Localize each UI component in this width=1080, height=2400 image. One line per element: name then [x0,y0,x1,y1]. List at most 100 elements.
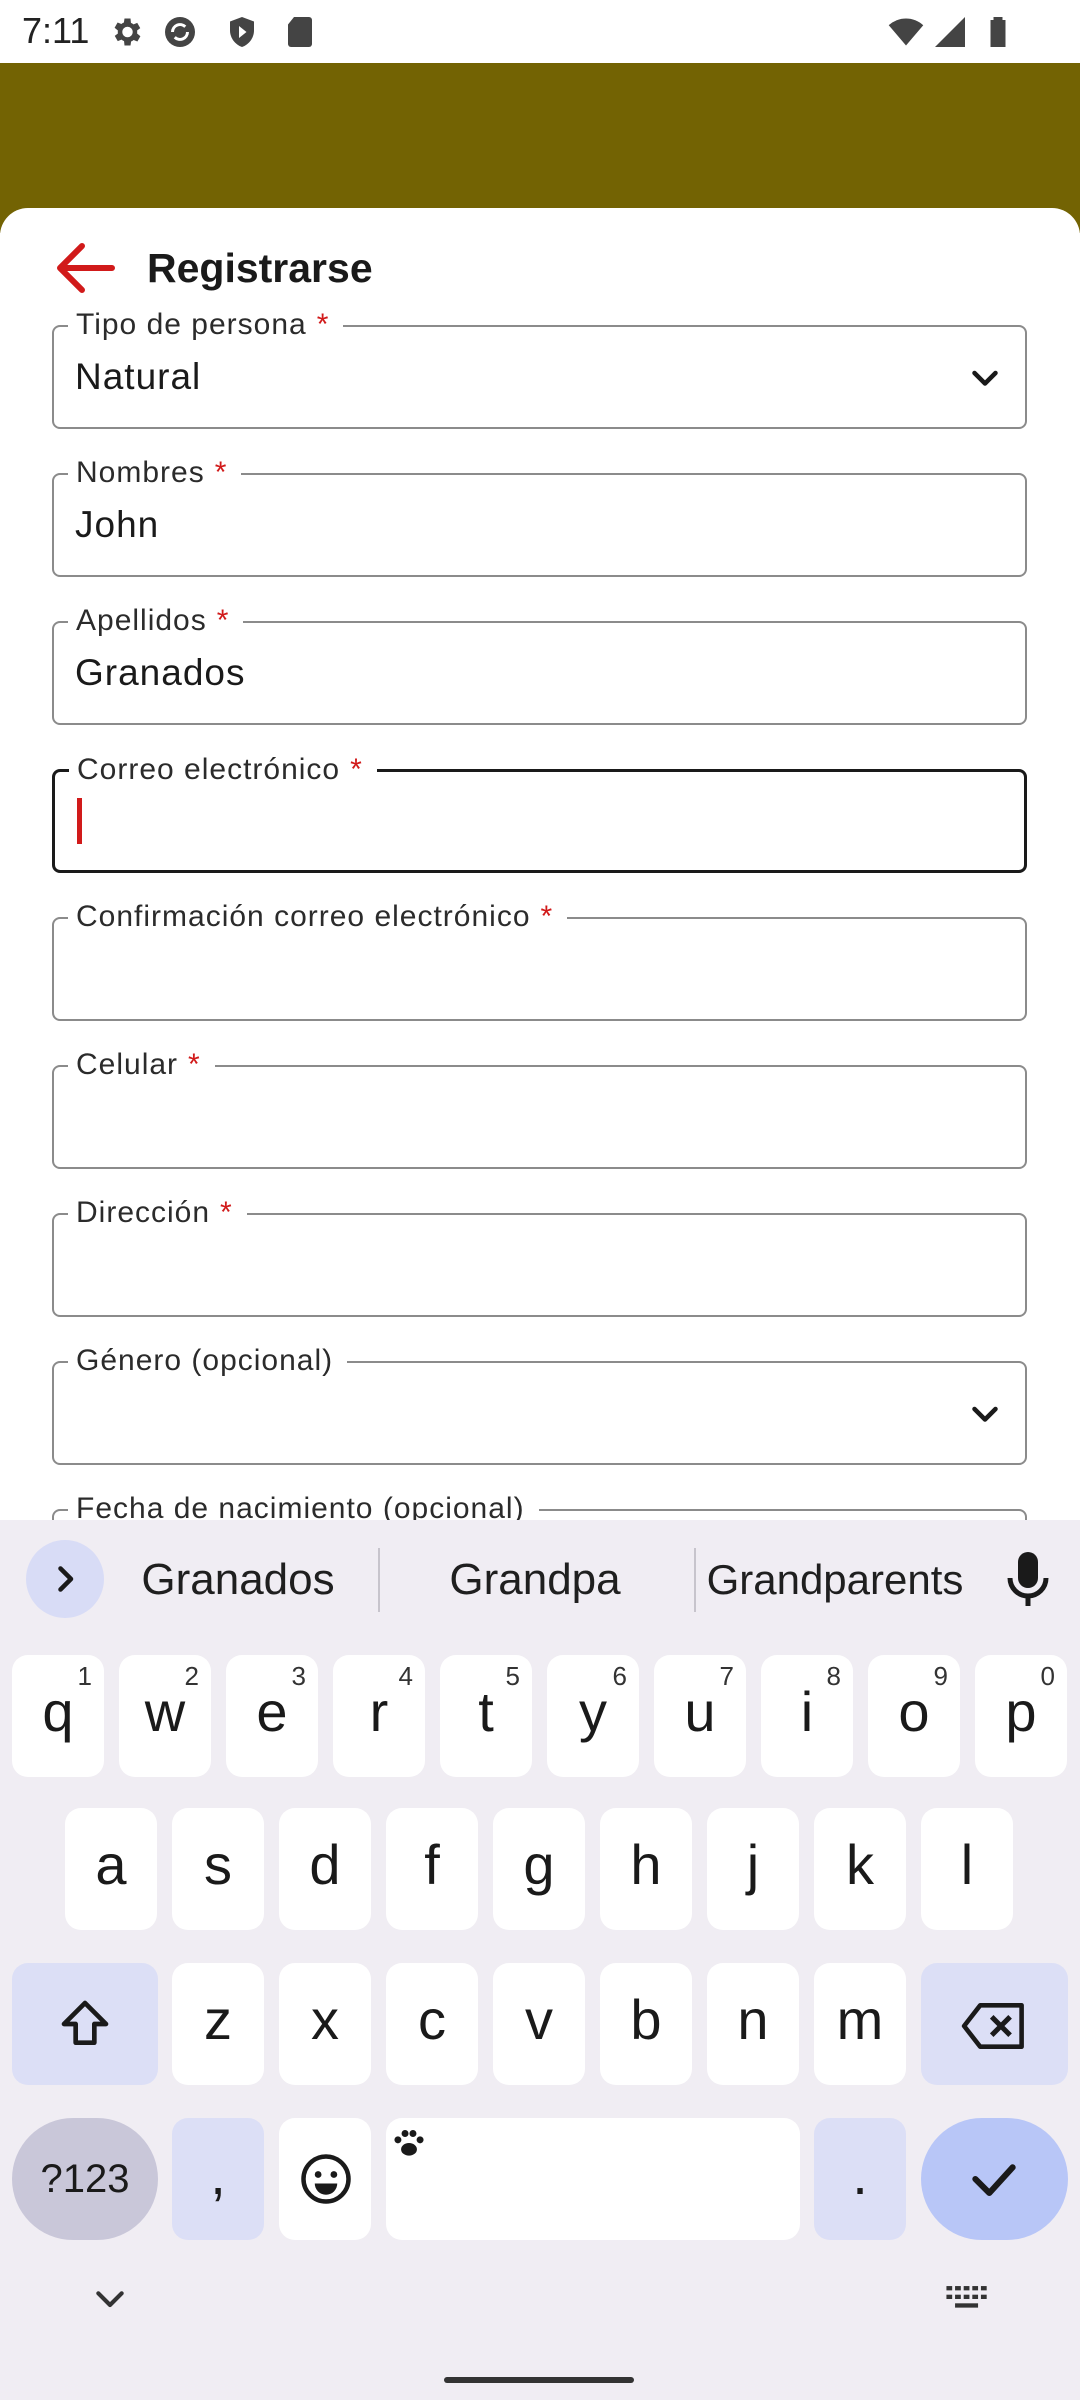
key-e[interactable]: 3e [226,1655,318,1777]
keyboard-switch-icon[interactable] [945,2284,991,2314]
key-w[interactable]: 2w [119,1655,211,1777]
required-mark: * [216,604,230,637]
home-gesture-pill[interactable] [444,2377,634,2383]
required-mark: * [350,753,363,786]
key-char: n [737,1988,769,2051]
key-char: i [800,1680,814,1743]
key-char: h [630,1833,662,1896]
key-char: ?123 [40,2157,130,2201]
key-char: k [846,1833,874,1896]
field-label: Celular * [68,1045,215,1085]
key-char: f [424,1833,440,1896]
period-key[interactable]: . [814,2118,906,2240]
text-cursor [77,798,82,844]
suggestion-2[interactable]: Grandpa [400,1550,670,1610]
key-z[interactable]: z [172,1963,264,2085]
shift-arrow-icon [61,2000,109,2045]
divider [694,1548,696,1612]
checkmark-icon [972,2164,1016,2197]
key-g[interactable]: g [493,1808,585,1930]
email-confirmation-field[interactable]: Confirmación correo electrónico * [52,897,1027,1021]
key-s[interactable]: s [172,1808,264,1930]
suggestion-1[interactable]: Granados [120,1550,356,1610]
key-b[interactable]: b [600,1963,692,2085]
field-value: Granados [75,652,246,693]
first-names-field[interactable]: Nombres * John [52,453,1027,577]
gender-select[interactable]: Género (opcional) [52,1341,1027,1465]
field-label: Tipo de persona * [68,305,344,345]
key-char: m [836,1988,884,2051]
key-char: d [309,1833,341,1896]
backspace-key[interactable] [921,1963,1068,2085]
key-y[interactable]: 6y [547,1655,639,1777]
key-m[interactable]: m [814,1963,906,2085]
key-i[interactable]: 8i [761,1655,853,1777]
status-bar: 7:11 [0,0,1080,63]
space-key[interactable] [386,2118,800,2240]
back-arrow-icon[interactable] [50,238,120,298]
chevron-right-icon [58,1566,74,1592]
emoji-icon [301,2154,351,2204]
key-char: b [630,1988,662,2051]
symbols-key[interactable]: ?123 [12,2118,158,2240]
key-h[interactable]: h [600,1808,692,1930]
field-label: Nombres * [68,453,242,493]
address-field[interactable]: Dirección * [52,1193,1027,1317]
required-mark: * [316,308,330,341]
key-a[interactable]: a [65,1808,157,1930]
birth-date-field[interactable]: Fecha de nacimiento (opcional) [52,1489,1027,1520]
gear-icon [114,18,141,46]
key-char: w [144,1680,186,1743]
key-char: g [523,1833,555,1896]
email-field[interactable]: Correo electrónico * [52,750,1027,873]
key-char: a [95,1833,127,1896]
suggestion-bar: Granados Grandpa Grandparents [0,1520,1080,1640]
key-x[interactable]: x [279,1963,371,2085]
key-char: y [579,1680,607,1743]
hide-keyboard-icon[interactable] [90,2280,130,2320]
suggestion-3[interactable]: Grandparents [700,1550,970,1610]
enter-key[interactable] [921,2118,1068,2240]
key-char: e [256,1680,288,1743]
key-n[interactable]: n [707,1963,799,2085]
status-time: 7:11 [22,10,90,51]
key-r[interactable]: 4r [333,1655,425,1777]
key-u[interactable]: 7u [654,1655,746,1777]
mobile-phone-field[interactable]: Celular * [52,1045,1027,1169]
person-type-select[interactable]: Tipo de persona * Natural [52,305,1027,429]
sd-card-icon [288,17,312,47]
key-o[interactable]: 9o [868,1655,960,1777]
key-char: j [746,1833,760,1896]
field-value: Natural [75,356,202,397]
page-title: Registrarse [147,245,373,291]
field-label: Fecha de nacimiento (opcional) [68,1489,539,1520]
field-label: Apellidos * [68,601,244,641]
microphone-icon[interactable] [1003,1550,1053,1610]
key-p[interactable]: 0p [975,1655,1067,1777]
key-char: l [960,1833,974,1896]
paw-icon [394,2130,424,2156]
key-q[interactable]: 1q [12,1655,104,1777]
last-names-field[interactable]: Apellidos * Granados [52,601,1027,725]
expand-toolbar-button[interactable] [26,1540,104,1618]
key-l[interactable]: l [921,1808,1013,1930]
registration-sheet: Registrarse Tipo de persona * Natural Nom… [0,208,1080,1520]
key-t[interactable]: 5t [440,1655,532,1777]
required-mark: * [214,456,228,489]
shift-key[interactable] [12,1963,158,2085]
key-d[interactable]: d [279,1808,371,1930]
key-char: q [42,1680,74,1743]
key-char: t [478,1680,494,1743]
key-v[interactable]: v [493,1963,585,2085]
backspace-icon [961,2003,1024,2049]
comma-key[interactable]: , [172,2118,264,2240]
emoji-key[interactable] [279,2118,371,2240]
key-j[interactable]: j [707,1808,799,1930]
key-f[interactable]: f [386,1808,478,1930]
key-c[interactable]: c [386,1963,478,2085]
field-label: Dirección * [68,1193,247,1233]
key-char: c [418,1988,446,2051]
required-mark: * [188,1048,201,1081]
key-k[interactable]: k [814,1808,906,1930]
key-char: x [311,1988,339,2051]
